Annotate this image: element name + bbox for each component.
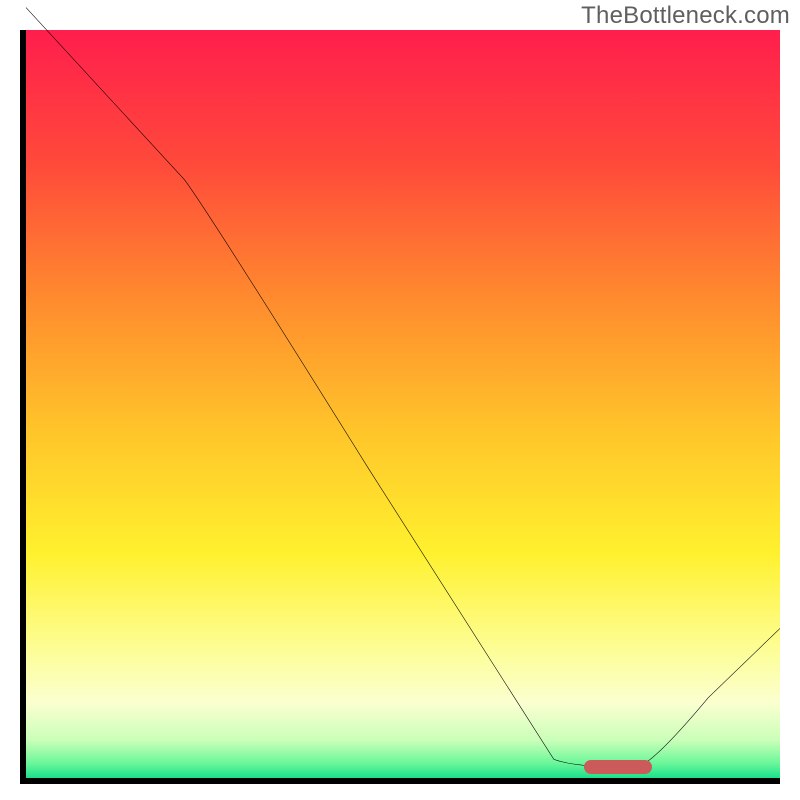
optimal-range-marker [584, 760, 652, 774]
chart-container: TheBottleneck.com [0, 0, 800, 800]
curve-layer [26, 30, 780, 778]
plot-area [20, 30, 780, 784]
bottleneck-curve [26, 8, 780, 767]
watermark-text: TheBottleneck.com [581, 2, 790, 30]
